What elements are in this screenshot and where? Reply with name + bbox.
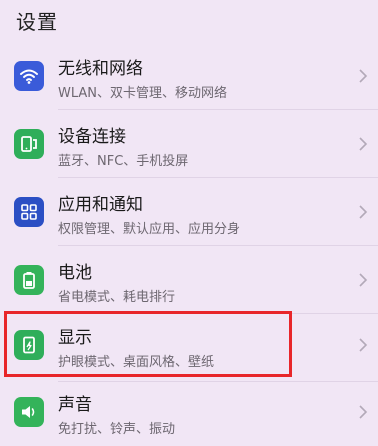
page-title: 设置 [16,10,58,34]
settings-item-subtitle: 护眼模式、桌面风格、壁纸 [58,355,215,370]
settings-item-title: 电池 [58,263,92,283]
settings-item-wireless[interactable]: 无线和网络 WLAN、双卡管理、移动网络 [0,42,378,110]
device-connect-icon [14,129,44,159]
settings-item-device-connection[interactable]: 设备连接 蓝牙、NFC、手机投屏 [0,110,378,178]
speaker-icon [14,397,44,427]
chevron-right-icon [358,68,368,84]
settings-item-title: 显示 [58,328,92,348]
chevron-right-icon [358,404,368,420]
settings-item-title: 设备连接 [58,127,126,147]
header: 设置 [0,0,378,42]
settings-item-title: 声音 [58,395,92,415]
settings-item-subtitle: WLAN、双卡管理、移动网络 [58,86,228,101]
display-icon [14,330,44,360]
settings-item-battery[interactable]: 电池 省电模式、耗电排行 [0,246,378,314]
apps-grid-icon [14,197,44,227]
chevron-right-icon [358,204,368,220]
settings-item-title: 应用和通知 [58,195,143,215]
chevron-right-icon [358,136,368,152]
settings-item-sound[interactable]: 声音 免打扰、铃声、振动 [0,378,378,446]
settings-item-title: 无线和网络 [58,59,143,79]
wifi-icon [14,61,44,91]
settings-item-subtitle: 免打扰、铃声、振动 [58,422,176,437]
battery-icon [14,265,44,295]
settings-item-subtitle: 权限管理、默认应用、应用分身 [58,222,241,237]
settings-item-subtitle: 省电模式、耗电排行 [58,290,176,305]
settings-item-display[interactable]: 显示 护眼模式、桌面风格、壁纸 [0,311,378,379]
chevron-right-icon [358,272,368,288]
chevron-right-icon [358,337,368,353]
settings-item-subtitle: 蓝牙、NFC、手机投屏 [58,154,189,169]
settings-item-apps[interactable]: 应用和通知 权限管理、默认应用、应用分身 [0,178,378,246]
